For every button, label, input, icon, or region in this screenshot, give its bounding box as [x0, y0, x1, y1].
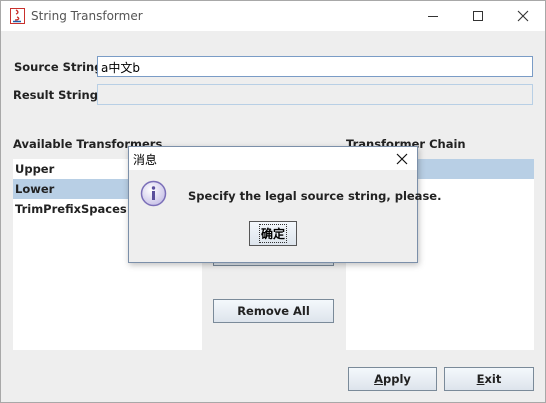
- message-dialog: 消息 Specify the legal source string, plea…: [128, 146, 441, 263]
- exit-button[interactable]: Exit: [444, 367, 534, 391]
- minimize-icon: [428, 16, 438, 17]
- dialog-title: 消息: [133, 153, 158, 167]
- apply-mnemonic: A: [374, 372, 383, 386]
- dialog-message: Specify the legal source string, please.: [188, 189, 442, 203]
- window-title: String Transformer: [31, 9, 143, 23]
- minimize-button[interactable]: [410, 1, 456, 31]
- information-icon: [140, 180, 167, 207]
- close-icon: [396, 153, 408, 165]
- apply-label-rest: pply: [383, 372, 411, 386]
- result-string-field: [97, 84, 533, 105]
- source-string-input[interactable]: a中文b: [97, 56, 533, 77]
- close-icon: [517, 10, 529, 22]
- java-app-icon: [10, 8, 25, 24]
- dialog-ok-button[interactable]: 确定: [249, 221, 297, 246]
- exit-mnemonic: E: [476, 372, 485, 386]
- dialog-close-button[interactable]: [393, 150, 411, 168]
- result-string-label: Result String: [13, 88, 98, 102]
- maximize-icon: [473, 11, 483, 21]
- exit-label-rest: xit: [484, 372, 502, 386]
- close-button[interactable]: [500, 1, 546, 31]
- title-bar[interactable]: String Transformer: [1, 1, 545, 31]
- dialog-title-bar[interactable]: 消息: [129, 147, 417, 170]
- remove-all-button[interactable]: Remove All: [213, 299, 334, 323]
- apply-button[interactable]: Apply: [348, 367, 437, 391]
- source-string-label: Source String: [14, 60, 103, 74]
- dialog-ok-label: 确定: [258, 224, 287, 243]
- maximize-button[interactable]: [455, 1, 501, 31]
